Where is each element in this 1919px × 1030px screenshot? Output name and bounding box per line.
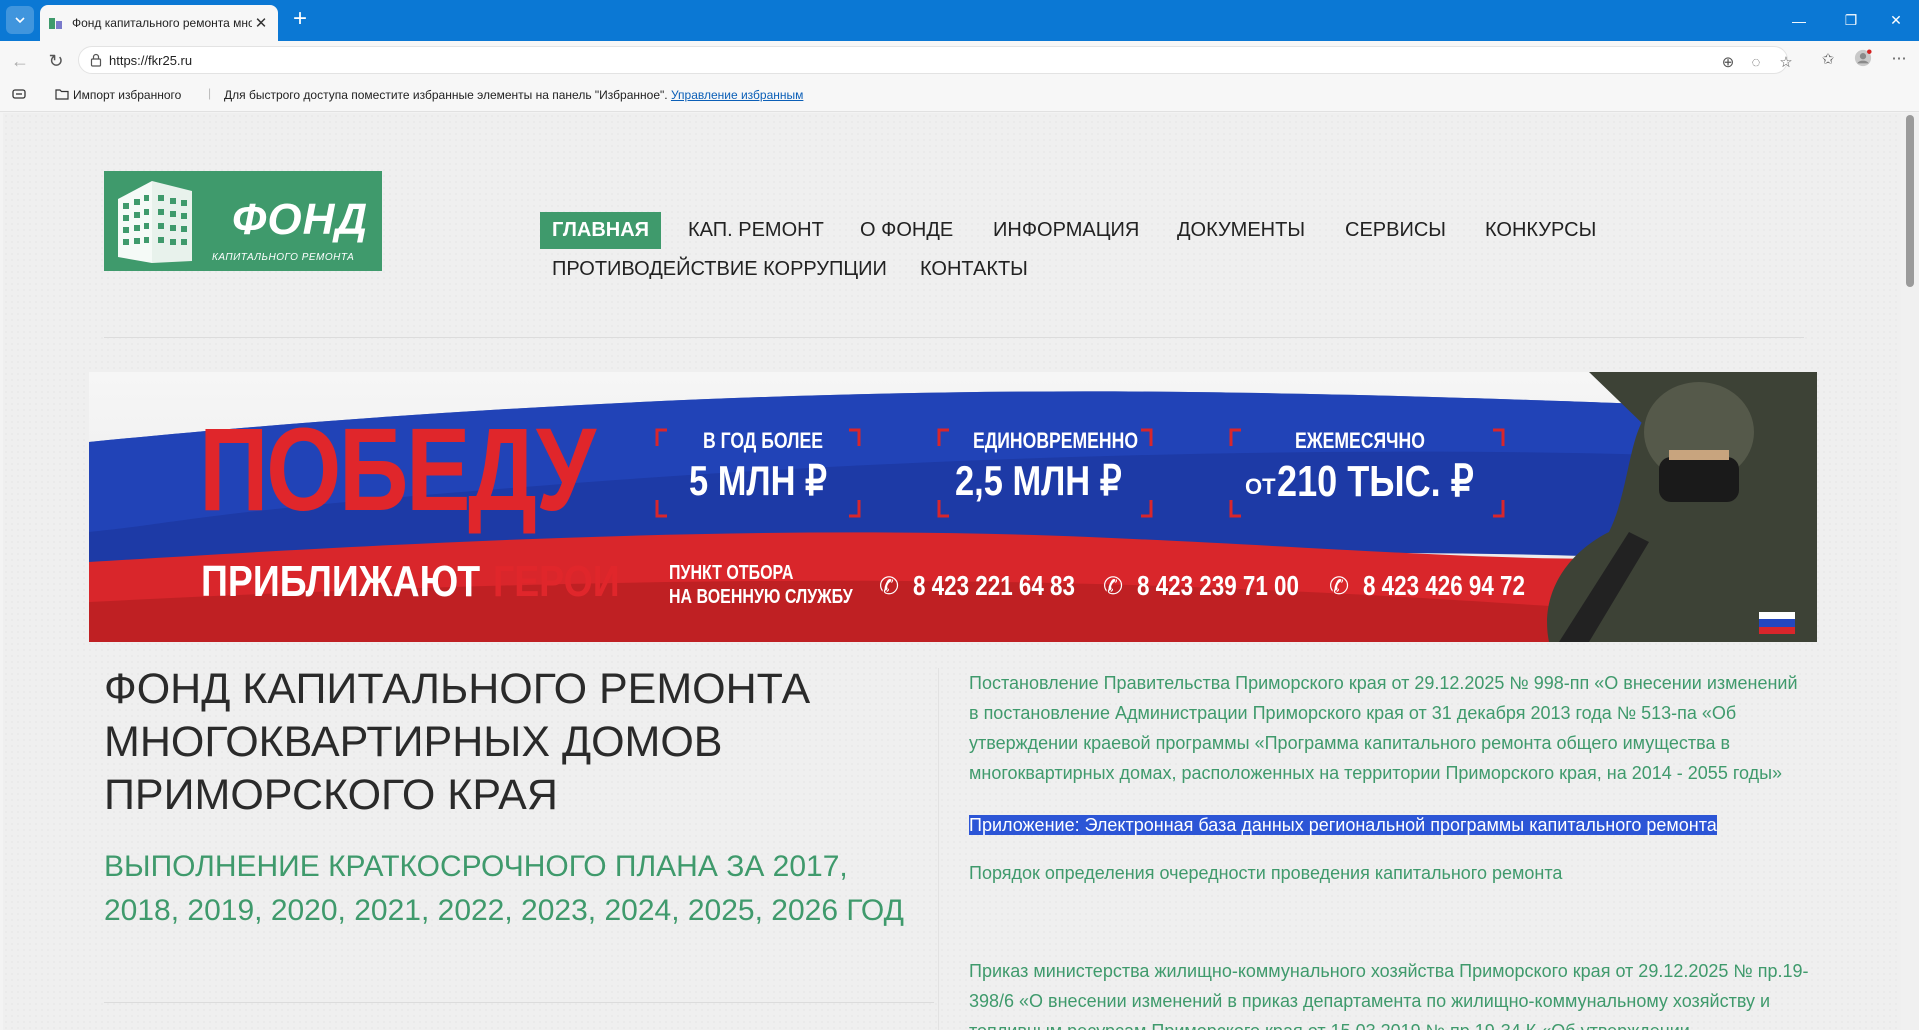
favorites-bar: Импорт избранного | Для быстрого доступа…	[0, 79, 1919, 112]
browser-tab[interactable]: Фонд капитального ремонта мно ✕	[40, 5, 278, 41]
chevron-down-icon	[15, 17, 25, 24]
tab-close-icon[interactable]: ✕	[252, 14, 270, 32]
site-favicon-icon	[49, 18, 62, 29]
manage-favorites-link[interactable]: Управление избранным	[671, 88, 803, 102]
zoom-icon[interactable]: ⊕	[1719, 53, 1737, 71]
menu-item-services[interactable]: СЕРВИСЫ	[1345, 219, 1446, 242]
menu-item-contacts[interactable]: КОНТАКТЫ	[920, 258, 1028, 281]
news-link-2[interactable]: Приложение: Электронная база данных реги…	[969, 810, 1809, 840]
web-page: ФОНД КАПИТАЛЬНОГО РЕМОНТА ГЛАВНАЯ КАП. Р…	[3, 113, 1901, 1030]
favorites-icon[interactable]: ✩	[1819, 50, 1837, 68]
header-divider	[104, 337, 1804, 338]
minimize-button[interactable]: —	[1776, 0, 1822, 41]
favbar-hint: Для быстрого доступа поместите избранные…	[224, 88, 803, 102]
banner-line2b: ГЕРОИ	[493, 557, 620, 606]
back-arrow-icon[interactable]: ←	[8, 49, 32, 73]
favbar-hint-text: Для быстрого доступа поместите избранные…	[224, 88, 668, 102]
browser-titlebar: Фонд капитального ремонта мно ✕ + — ❐ ✕	[0, 0, 1919, 41]
building-logo-icon	[118, 181, 192, 263]
menu-item-about[interactable]: О ФОНДЕ	[860, 219, 953, 242]
logo-subtitle: КАПИТАЛЬНОГО РЕМОНТА	[212, 252, 355, 263]
phone-icon: ✆	[1103, 573, 1124, 600]
news-link-1[interactable]: Постановление Правительства Приморского …	[969, 668, 1809, 788]
lock-icon[interactable]	[89, 53, 103, 67]
banner-box1-value: 5 МЛН ₽	[689, 457, 827, 504]
logo-word: ФОНД	[232, 195, 369, 244]
read-aloud-icon[interactable]: ◌	[1747, 53, 1765, 71]
phone-icon: ✆	[879, 573, 900, 600]
favbar-divider: |	[208, 86, 212, 100]
banner-phone3: 8 423 426 94 72	[1363, 570, 1525, 601]
column-divider	[938, 668, 939, 1030]
news-link-2-text[interactable]: Приложение: Электронная база данных реги…	[969, 815, 1717, 835]
scrollbar-thumb[interactable]	[1906, 115, 1914, 287]
banner-point-line2: НА ВОЕННУЮ СЛУЖБУ	[669, 586, 853, 608]
more-menu-icon[interactable]: ⋯	[1890, 49, 1908, 67]
tab-title: Фонд капитального ремонта мно	[72, 16, 252, 30]
banner-phone1: 8 423 221 64 83	[913, 570, 1075, 601]
address-bar-row: ← ↻ https://fkr25.ru ⊕ ◌ ☆ ✩ ⋯	[0, 41, 1919, 79]
reload-icon[interactable]: ↻	[44, 49, 68, 73]
banner-point-line1: ПУНКТ ОТБОРА	[669, 562, 794, 584]
close-window-button[interactable]: ✕	[1873, 0, 1919, 41]
profile-avatar[interactable]	[1854, 49, 1872, 67]
site-logo[interactable]: ФОНД КАПИТАЛЬНОГО РЕМОНТА	[104, 171, 382, 271]
news-link-3[interactable]: Порядок определения очередности проведен…	[969, 858, 1809, 888]
new-tab-button[interactable]: +	[288, 7, 312, 32]
menu-item-main[interactable]: ГЛАВНАЯ	[540, 212, 662, 249]
recruitment-banner[interactable]: ПОБЕДУ ПРИБЛИЖАЮТ ГЕРОИ В ГОД БОЛЕЕ 5 МЛ…	[89, 372, 1817, 642]
phone-icon: ✆	[1329, 573, 1350, 600]
restore-button[interactable]: ❐	[1828, 0, 1874, 41]
favorite-star-icon[interactable]: ☆	[1777, 53, 1795, 71]
page-scrollbar[interactable]	[1901, 113, 1919, 1030]
banner-big: ПОБЕДУ	[199, 404, 596, 536]
banner-box2-top: ЕДИНОВРЕМЕННО	[973, 428, 1139, 453]
banner-box3-top: ЕЖЕМЕСЯЧНО	[1295, 428, 1425, 453]
menu-item-contests[interactable]: КОНКУРСЫ	[1485, 219, 1596, 242]
banner-box3-prefix: ОТ	[1245, 474, 1276, 499]
news-link-4[interactable]: Приказ министерства жилищно-коммунальног…	[969, 956, 1809, 1030]
page-subtitle[interactable]: ВЫПОЛНЕНИЕ КРАТКОСРОЧНОГО ПЛАНА ЗА 2017,…	[104, 845, 904, 933]
menu-item-documents[interactable]: ДОКУМЕНТЫ	[1177, 219, 1305, 242]
menu-item-info[interactable]: ИНФОРМАЦИЯ	[993, 219, 1139, 242]
menu-item-repair[interactable]: КАП. РЕМОНТ	[688, 219, 824, 242]
banner-phone2: 8 423 239 71 00	[1137, 570, 1299, 601]
menu-item-anticorruption[interactable]: ПРОТИВОДЕЙСТВИЕ КОРРУПЦИИ	[552, 258, 887, 281]
banner-box3-value: 210 ТЫС. ₽	[1277, 457, 1474, 506]
import-favorites-button[interactable]: Импорт избранного	[55, 88, 181, 102]
banner-box1-top: В ГОД БОЛЕЕ	[703, 428, 823, 453]
folder-icon	[55, 89, 69, 100]
banner-box2-value: 2,5 МЛН ₽	[955, 457, 1122, 504]
import-favorites-label: Импорт избранного	[73, 88, 182, 102]
url-text[interactable]: https://fkr25.ru	[109, 53, 192, 68]
collections-icon[interactable]	[12, 88, 26, 103]
address-bar[interactable]: https://fkr25.ru ⊕ ◌ ☆	[78, 46, 1793, 74]
left-divider	[104, 1002, 934, 1003]
banner-line2a: ПРИБЛИЖАЮТ	[201, 557, 481, 606]
tab-actions-button[interactable]	[6, 6, 34, 34]
page-title: ФОНД КАПИТАЛЬНОГО РЕМОНТА МНОГОКВАРТИРНЫ…	[104, 665, 811, 819]
